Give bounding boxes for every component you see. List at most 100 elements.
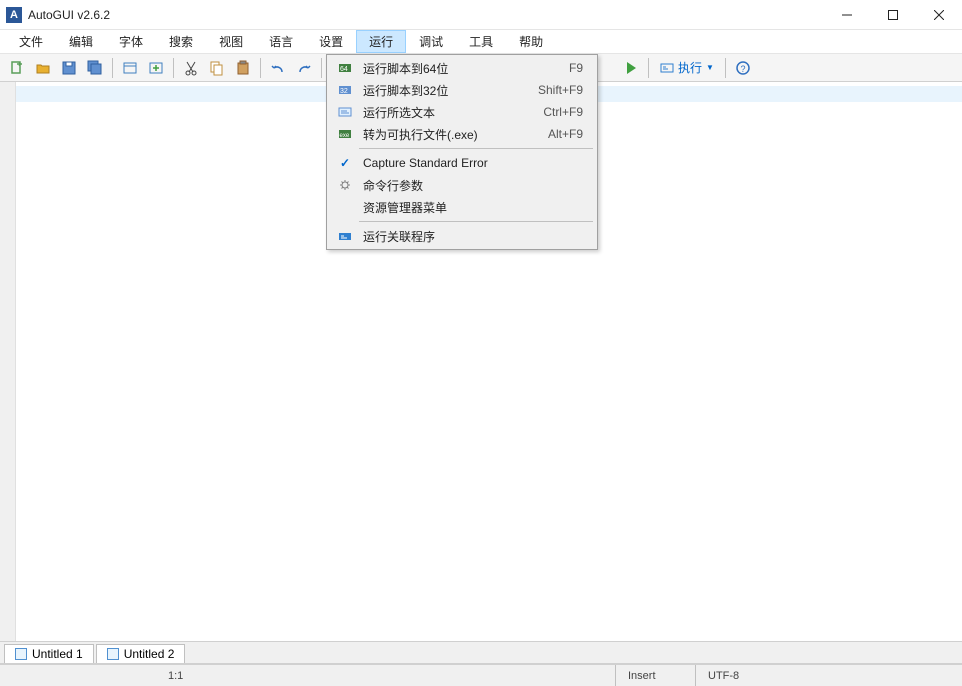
- window-title: AutoGUI v2.6.2: [28, 8, 824, 22]
- document-icon: [15, 648, 27, 660]
- text-icon: [338, 105, 352, 119]
- execute-label: 执行: [678, 59, 702, 76]
- menu-view[interactable]: 视图: [206, 30, 256, 53]
- paste-icon: [235, 60, 251, 76]
- document-tab[interactable]: Untitled 1: [4, 644, 94, 663]
- run-button[interactable]: [619, 56, 643, 80]
- svg-text:64: 64: [340, 66, 348, 73]
- menu-cmdline-args[interactable]: 命令行参数: [329, 174, 595, 196]
- menu-item-shortcut: Ctrl+F9: [543, 105, 591, 119]
- new-file-button[interactable]: [5, 56, 29, 80]
- status-position: 1:1: [156, 665, 616, 686]
- menu-item-shortcut: Alt+F9: [548, 127, 591, 141]
- menu-item-label: 运行所选文本: [357, 104, 543, 121]
- help-icon: ?: [735, 60, 751, 76]
- open-file-button[interactable]: [31, 56, 55, 80]
- menu-tools[interactable]: 工具: [456, 30, 506, 53]
- 32bit-icon: 32: [338, 83, 352, 97]
- undo-button[interactable]: [266, 56, 290, 80]
- menu-font[interactable]: 字体: [106, 30, 156, 53]
- svg-text:?: ?: [740, 64, 745, 74]
- save-button[interactable]: [57, 56, 81, 80]
- minimize-button[interactable]: [824, 0, 870, 29]
- document-tabbar: Untitled 1 Untitled 2: [0, 642, 962, 664]
- status-mode: Insert: [616, 665, 696, 686]
- menu-search[interactable]: 搜索: [156, 30, 206, 53]
- menu-item-label: 运行脚本到32位: [357, 82, 538, 99]
- tab-label: Untitled 1: [32, 647, 83, 661]
- save-all-icon: [87, 60, 103, 76]
- add-icon: [148, 60, 164, 76]
- cut-button[interactable]: [179, 56, 203, 80]
- exe-icon: exe: [338, 127, 352, 141]
- document-tab[interactable]: Untitled 2: [96, 644, 186, 663]
- document-icon: [107, 648, 119, 660]
- toolbar-separator: [321, 58, 322, 78]
- add-button[interactable]: [144, 56, 168, 80]
- menu-item-label: 转为可执行文件(.exe): [357, 126, 548, 143]
- run-dropdown-menu: 64 运行脚本到64位 F9 32 运行脚本到32位 Shift+F9 运行所选…: [326, 54, 598, 250]
- toolbar-separator: [725, 58, 726, 78]
- editor-gutter: [0, 82, 16, 641]
- toolbar-separator: [648, 58, 649, 78]
- redo-icon: [296, 60, 312, 76]
- dropdown-arrow-icon: ▼: [706, 63, 714, 72]
- menu-item-label: 资源管理器菜单: [357, 199, 591, 216]
- svg-text:exe: exe: [340, 133, 350, 139]
- window-button[interactable]: [118, 56, 142, 80]
- undo-icon: [270, 60, 286, 76]
- save-icon: [61, 60, 77, 76]
- menu-file[interactable]: 文件: [6, 30, 56, 53]
- menu-run-32bit[interactable]: 32 运行脚本到32位 Shift+F9: [329, 79, 595, 101]
- checkmark-icon: ✓: [340, 156, 350, 170]
- titlebar: A AutoGUI v2.6.2: [0, 0, 962, 30]
- maximize-button[interactable]: [870, 0, 916, 29]
- window-icon: [122, 60, 138, 76]
- gear-icon: [338, 178, 352, 192]
- help-button[interactable]: ?: [731, 56, 755, 80]
- menu-help[interactable]: 帮助: [506, 30, 556, 53]
- status-encoding: UTF-8: [696, 665, 962, 686]
- window-controls: [824, 0, 962, 29]
- tab-label: Untitled 2: [124, 647, 175, 661]
- menu-language[interactable]: 语言: [256, 30, 306, 53]
- menu-item-label: 运行脚本到64位: [357, 60, 569, 77]
- redo-button[interactable]: [292, 56, 316, 80]
- execute-dropdown[interactable]: 执行 ▼: [653, 56, 721, 80]
- play-icon: [623, 60, 639, 76]
- statusbar: 1:1 Insert UTF-8: [0, 664, 962, 686]
- menu-run-64bit[interactable]: 64 运行脚本到64位 F9: [329, 57, 595, 79]
- 64bit-icon: 64: [338, 61, 352, 75]
- menu-explorer-menu[interactable]: 资源管理器菜单: [329, 196, 595, 218]
- new-file-icon: [9, 60, 25, 76]
- copy-icon: [209, 60, 225, 76]
- menu-run-selection[interactable]: 运行所选文本 Ctrl+F9: [329, 101, 595, 123]
- menu-separator: [359, 221, 593, 222]
- app-icon: A: [6, 7, 22, 23]
- menu-run[interactable]: 运行: [356, 30, 406, 53]
- execute-icon: [660, 61, 674, 75]
- menu-run-associated[interactable]: 运行关联程序: [329, 225, 595, 247]
- copy-button[interactable]: [205, 56, 229, 80]
- menu-item-label: Capture Standard Error: [357, 156, 591, 170]
- menubar: 文件 编辑 字体 搜索 视图 语言 设置 运行 调试 工具 帮助: [0, 30, 962, 54]
- cut-icon: [183, 60, 199, 76]
- menu-separator: [359, 148, 593, 149]
- menu-capture-stderr[interactable]: ✓ Capture Standard Error: [329, 152, 595, 174]
- menu-item-shortcut: F9: [569, 61, 591, 75]
- menu-item-label: 命令行参数: [357, 177, 591, 194]
- link-icon: [338, 229, 352, 243]
- close-button[interactable]: [916, 0, 962, 29]
- menu-to-exe[interactable]: exe 转为可执行文件(.exe) Alt+F9: [329, 123, 595, 145]
- menu-settings[interactable]: 设置: [306, 30, 356, 53]
- menu-edit[interactable]: 编辑: [56, 30, 106, 53]
- menu-item-label: 运行关联程序: [357, 228, 591, 245]
- toolbar-separator: [112, 58, 113, 78]
- toolbar-separator: [260, 58, 261, 78]
- paste-button[interactable]: [231, 56, 255, 80]
- menu-debug[interactable]: 调试: [406, 30, 456, 53]
- save-all-button[interactable]: [83, 56, 107, 80]
- svg-text:32: 32: [340, 88, 348, 95]
- folder-open-icon: [35, 60, 51, 76]
- toolbar-separator: [173, 58, 174, 78]
